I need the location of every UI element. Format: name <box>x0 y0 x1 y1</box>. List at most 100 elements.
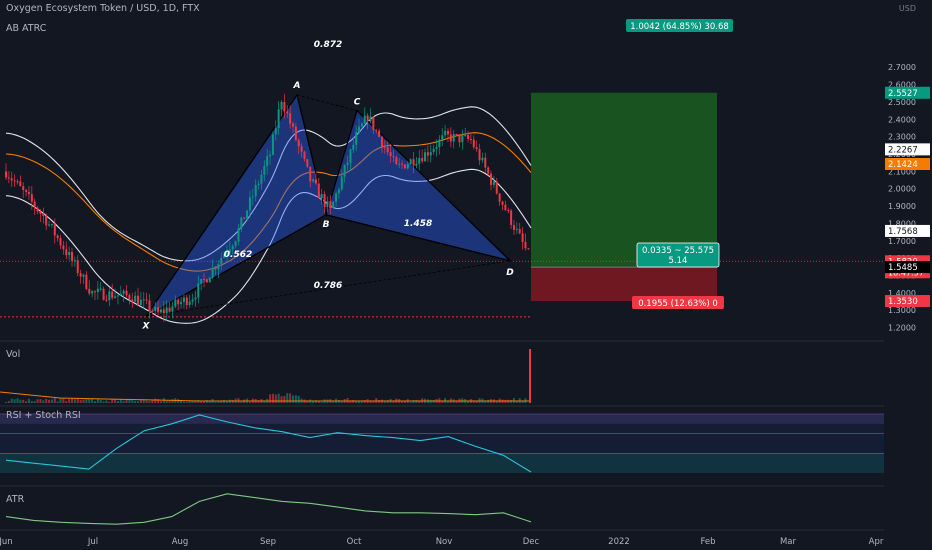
volume-bar <box>484 401 487 403</box>
candle-body <box>280 102 283 110</box>
candle-body <box>512 225 515 230</box>
rsi-oversold-zone <box>0 453 884 473</box>
candle-body <box>369 116 372 121</box>
candle-body <box>484 157 487 168</box>
candle-body <box>59 238 62 246</box>
candle-body <box>389 152 392 157</box>
volume-bar <box>378 400 381 403</box>
candle-body <box>346 162 349 165</box>
candle-body <box>82 274 85 277</box>
candle-body <box>131 299 134 302</box>
candle-body <box>320 194 323 199</box>
candle-body <box>266 156 269 166</box>
volume-bar <box>27 398 30 403</box>
pattern-ratio: 0.562 <box>224 250 252 260</box>
candle-body <box>159 309 162 313</box>
candle-body <box>464 134 467 136</box>
price-tick: 1.7000 <box>888 237 916 246</box>
volume-bar <box>168 401 171 403</box>
candle-body <box>48 224 51 226</box>
candle-body <box>349 149 352 163</box>
candle-body <box>323 194 326 207</box>
volume-bar <box>521 401 524 403</box>
rsi-pane[interactable]: 80.000060.000040.000021.3387 <box>0 410 930 478</box>
candle-body <box>96 288 99 292</box>
candle-body <box>7 177 10 179</box>
candle-body <box>260 174 263 184</box>
candle-body <box>240 217 243 229</box>
candle-body <box>139 299 142 305</box>
volume-bar <box>68 399 71 403</box>
candle-body <box>19 181 22 187</box>
volume-bar <box>19 399 22 403</box>
volume-bar <box>372 401 375 403</box>
candle-body <box>114 296 117 298</box>
candle-body <box>438 139 441 148</box>
volume-bar <box>134 400 137 403</box>
candle-body <box>314 179 317 184</box>
volume-bar <box>5 401 7 403</box>
candle-body <box>435 147 438 149</box>
time-tick: Mar <box>780 537 797 547</box>
candle-body <box>309 166 312 182</box>
time-tick: Jun <box>0 537 13 547</box>
volume-bar <box>53 398 56 403</box>
candle-body <box>363 115 366 124</box>
candle-body <box>91 291 94 294</box>
price-badge: 1.3530 <box>888 297 918 307</box>
volume-bar <box>7 400 10 403</box>
price-tick: 2.0000 <box>888 185 916 194</box>
candle-body <box>358 126 361 133</box>
candle-body <box>85 274 88 289</box>
candle-body <box>257 183 260 186</box>
candle-body <box>421 157 424 162</box>
price-axis[interactable]: USD2.70002.60002.50002.40002.30002.20002… <box>884 0 932 550</box>
price-tick: 2.5000 <box>888 98 916 107</box>
volume-bar <box>349 401 352 403</box>
candle-body <box>50 224 53 226</box>
price-badge: 1.5485 <box>888 263 918 273</box>
candle-body <box>271 134 274 155</box>
candle-body <box>99 288 102 290</box>
candle-body <box>366 115 369 121</box>
candle-body <box>237 228 240 242</box>
candle-body <box>274 128 277 135</box>
candle-body <box>409 159 412 165</box>
candle-body <box>269 154 272 157</box>
candle-body <box>30 193 33 202</box>
candle-body <box>33 201 36 208</box>
price-pane[interactable]: X A B C D 0.872 0.562 1.458 0.786 1.0042 (64.85%… <box>0 0 884 340</box>
volume-bar <box>128 399 131 403</box>
candle-body <box>231 245 234 250</box>
chart-svg[interactable]: X A B C D 0.872 0.562 1.458 0.786 1.0042 (64.85%… <box>0 0 932 550</box>
volume-bar-last <box>529 349 531 403</box>
volume-bar <box>248 401 251 403</box>
volume-bar <box>154 398 157 403</box>
candle-body <box>286 111 289 114</box>
volume-bar <box>45 398 48 403</box>
candle-body <box>154 307 157 312</box>
volume-pane[interactable]: 6.468M5M2.5M448.561K <box>0 344 930 405</box>
volume-bar <box>171 399 174 403</box>
volume-bar <box>62 398 65 403</box>
candle-body <box>71 252 74 261</box>
atr-pane[interactable]: 0.1161 <box>5 493 930 528</box>
candle-body <box>326 201 329 207</box>
candle-body <box>157 307 160 313</box>
candle-body <box>378 130 381 137</box>
volume-bar <box>65 400 68 403</box>
price-tick: 2.3000 <box>888 133 916 142</box>
candle-body <box>515 228 518 230</box>
volume-bar <box>191 401 194 403</box>
candle-body <box>329 201 332 208</box>
candle-body <box>444 130 447 136</box>
volume-bar <box>10 398 13 403</box>
candle-body <box>429 152 432 156</box>
volume-bar <box>355 401 358 403</box>
candle-body <box>134 295 137 302</box>
candle-body <box>220 257 223 265</box>
time-axis[interactable]: Jun Jul Aug Sep Oct Nov Dec 2022 Feb Mar Apr <box>0 531 932 550</box>
candle-body <box>458 134 461 143</box>
volume-bar <box>182 401 185 403</box>
pattern-point-C: C <box>354 98 361 108</box>
